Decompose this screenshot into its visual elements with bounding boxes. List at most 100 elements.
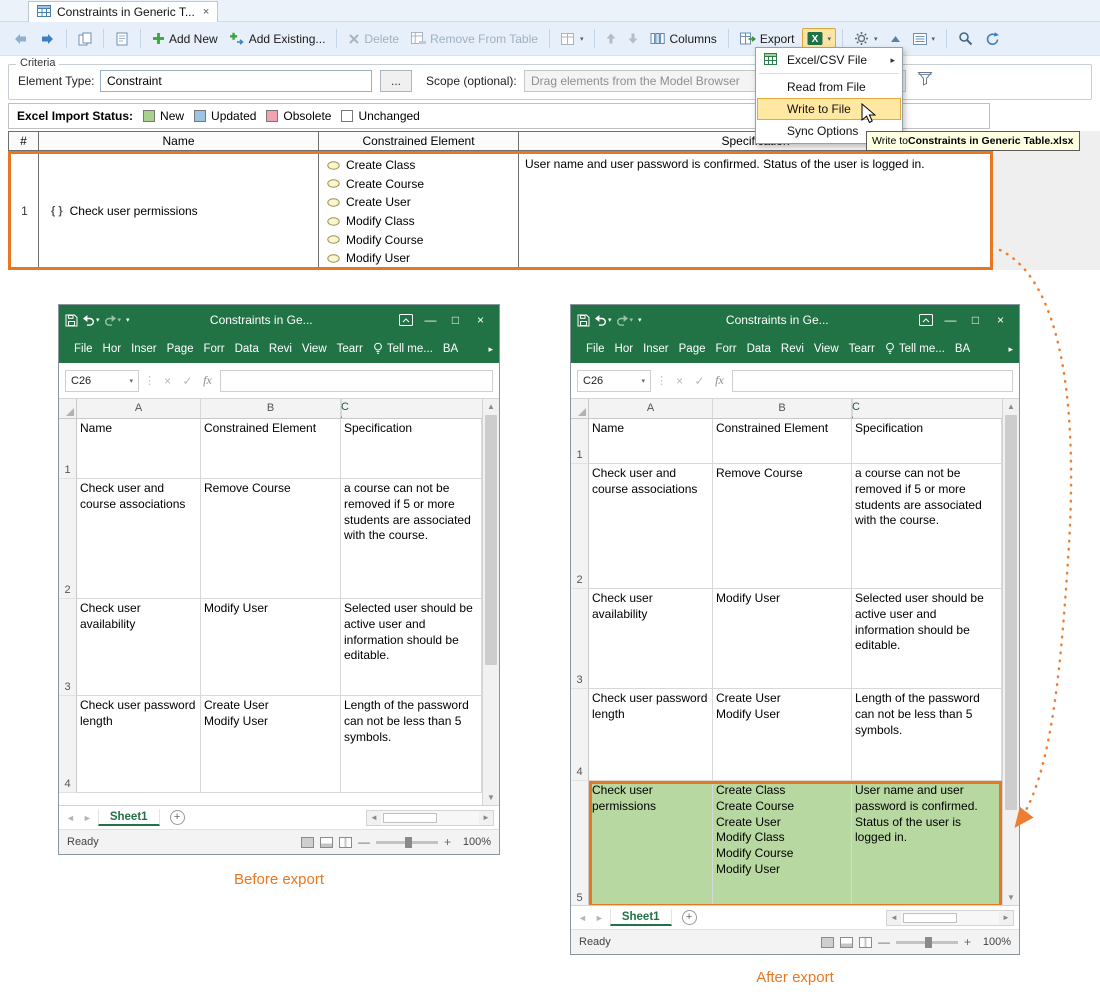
scroll-left-icon[interactable]: ◄ — [367, 813, 381, 822]
column-header-C[interactable]: C — [852, 399, 853, 418]
cell-B2[interactable]: Remove Course — [201, 479, 341, 599]
cell-C5[interactable]: User name and user password is confirmed… — [852, 781, 1002, 905]
vertical-scrollbar[interactable]: ▲▼ — [1002, 399, 1019, 905]
row-header[interactable]: 4 — [59, 696, 77, 793]
constrained-element-item[interactable]: Modify Class — [327, 212, 518, 231]
name-box[interactable]: C26▾ — [577, 370, 651, 392]
cell-A2[interactable]: Check user and course associations — [77, 479, 201, 599]
settings-dropdown-button[interactable]: ▾ — [849, 28, 883, 49]
cell-A4[interactable]: Check user password length — [77, 696, 201, 793]
zoom-out-button[interactable]: — — [878, 935, 890, 949]
cell-A1[interactable]: Name — [589, 419, 713, 464]
columns-button[interactable]: Columns — [645, 29, 721, 49]
row-header[interactable]: 2 — [59, 479, 77, 599]
close-button[interactable]: × — [468, 313, 493, 327]
filter-button[interactable] — [912, 70, 938, 92]
cell-A3[interactable]: Check user availability — [77, 599, 201, 696]
cell-C2[interactable]: a course can not be removed if 5 or more… — [852, 464, 1002, 589]
row-header[interactable]: 1 — [571, 419, 589, 464]
column-header-C[interactable]: C — [341, 399, 342, 418]
row-header[interactable]: 3 — [571, 589, 589, 689]
page-layout-view-icon[interactable] — [840, 937, 853, 948]
ribbon-tab-revi[interactable]: Revi — [264, 343, 297, 355]
ribbon-tab-page[interactable]: Page — [674, 343, 711, 355]
cell-C1[interactable]: Specification — [852, 419, 1002, 464]
ribbon-tab-forr[interactable]: Forr — [199, 343, 230, 355]
vertical-scrollbar[interactable]: ▲▼ — [482, 399, 499, 805]
name-box[interactable]: C26▾ — [65, 370, 139, 392]
menu-item-read-from-file[interactable]: Read from File — [757, 76, 901, 98]
enter-icon[interactable]: ✓ — [180, 374, 195, 388]
column-header-A[interactable]: A — [77, 399, 201, 418]
save-icon[interactable] — [577, 314, 590, 327]
ribbon-tab-page[interactable]: Page — [162, 343, 199, 355]
redo-icon[interactable]: ▾ — [104, 314, 122, 326]
cell-C3[interactable]: Selected user should be active user and … — [852, 589, 1002, 689]
page-layout-view-icon[interactable] — [320, 837, 333, 848]
report-button[interactable] — [110, 29, 134, 49]
enter-icon[interactable]: ✓ — [692, 374, 707, 388]
cell-B5[interactable]: Create ClassCreate CourseCreate UserModi… — [713, 781, 852, 905]
ribbon-tab-tearr[interactable]: Tearr — [332, 343, 368, 355]
cell-A4[interactable]: Check user password length — [589, 689, 713, 781]
ribbon-tab-tearr[interactable]: Tearr — [844, 343, 880, 355]
constrained-element-item[interactable]: Create Class — [327, 156, 518, 175]
cell-A1[interactable]: Name — [77, 419, 201, 479]
formula-input[interactable] — [732, 370, 1013, 392]
back-button[interactable] — [8, 30, 33, 48]
tell-me-tab[interactable]: Tell me... — [368, 342, 438, 357]
minimize-button[interactable]: — — [938, 313, 963, 327]
prev-sheet-icon[interactable]: ◄ — [64, 813, 77, 823]
formula-input[interactable] — [220, 370, 493, 392]
cell-B1[interactable]: Constrained Element — [201, 419, 341, 479]
horizontal-scrollbar[interactable]: ◄► — [366, 810, 494, 826]
maximize-button[interactable]: □ — [443, 313, 468, 327]
save-icon[interactable] — [65, 314, 78, 327]
ribbon-tab-file[interactable]: File — [69, 343, 98, 355]
select-all-corner[interactable] — [59, 399, 77, 418]
prev-sheet-icon[interactable]: ◄ — [576, 913, 589, 923]
normal-view-icon[interactable] — [301, 837, 314, 848]
normal-view-icon[interactable] — [821, 937, 834, 948]
ribbon-tab-inser[interactable]: Inser — [638, 343, 674, 355]
document-tab[interactable]: Constraints in Generic T... × — [28, 1, 218, 22]
browse-button[interactable]: ... — [380, 70, 412, 92]
constrained-element-item[interactable]: Modify User — [327, 249, 518, 267]
ribbon-display-options-icon[interactable] — [393, 314, 418, 326]
ribbon-tab-forr[interactable]: Forr — [711, 343, 742, 355]
minimize-button[interactable]: — — [418, 313, 443, 327]
insert-function-icon[interactable]: fx — [200, 373, 215, 388]
next-sheet-icon[interactable]: ► — [593, 913, 606, 923]
column-header-num[interactable]: # — [9, 132, 39, 150]
remove-from-table-button[interactable]: Remove From Table — [406, 29, 543, 49]
horizontal-scrollbar[interactable]: ◄► — [886, 910, 1014, 926]
ribbon-tab-file[interactable]: File — [581, 343, 610, 355]
menu-item-excel-csv-file[interactable]: Excel/CSV File ▸ — [757, 49, 901, 71]
tell-me-tab[interactable]: Tell me... — [880, 342, 950, 357]
column-header-B[interactable]: B — [713, 399, 852, 418]
cell-B3[interactable]: Modify User — [201, 599, 341, 696]
name-cell[interactable]: { } Check user permissions — [39, 154, 319, 267]
constrained-element-item[interactable]: Modify Course — [327, 230, 518, 249]
row-header[interactable]: 5 — [571, 781, 589, 905]
row-number-cell[interactable]: 1 — [11, 154, 39, 267]
move-down-button[interactable] — [623, 30, 643, 47]
zoom-out-button[interactable]: — — [358, 835, 370, 849]
ribbon-display-options-icon[interactable] — [913, 314, 938, 326]
move-up-button[interactable] — [601, 30, 621, 47]
cell-C4[interactable]: Length of the password can not be less t… — [341, 696, 482, 793]
cancel-icon[interactable]: × — [160, 374, 175, 388]
ribbon-tab-data[interactable]: Data — [742, 343, 776, 355]
search-button[interactable] — [953, 28, 978, 49]
cell-C2[interactable]: a course can not be removed if 5 or more… — [341, 479, 482, 599]
zoom-slider-track[interactable] — [896, 941, 958, 944]
ribbon-tab-revi[interactable]: Revi — [776, 343, 809, 355]
collapse-toolbar-button[interactable] — [885, 32, 906, 46]
ribbon-tab-hor[interactable]: Hor — [610, 343, 639, 355]
zoom-slider-track[interactable] — [376, 841, 438, 844]
ribbon-tab-view[interactable]: View — [809, 343, 844, 355]
close-button[interactable]: × — [988, 313, 1013, 327]
zoom-in-button[interactable]: + — [964, 935, 971, 949]
constrained-element-cell[interactable]: Create ClassCreate CourseCreate UserModi… — [319, 154, 519, 267]
forward-button[interactable] — [35, 30, 60, 48]
